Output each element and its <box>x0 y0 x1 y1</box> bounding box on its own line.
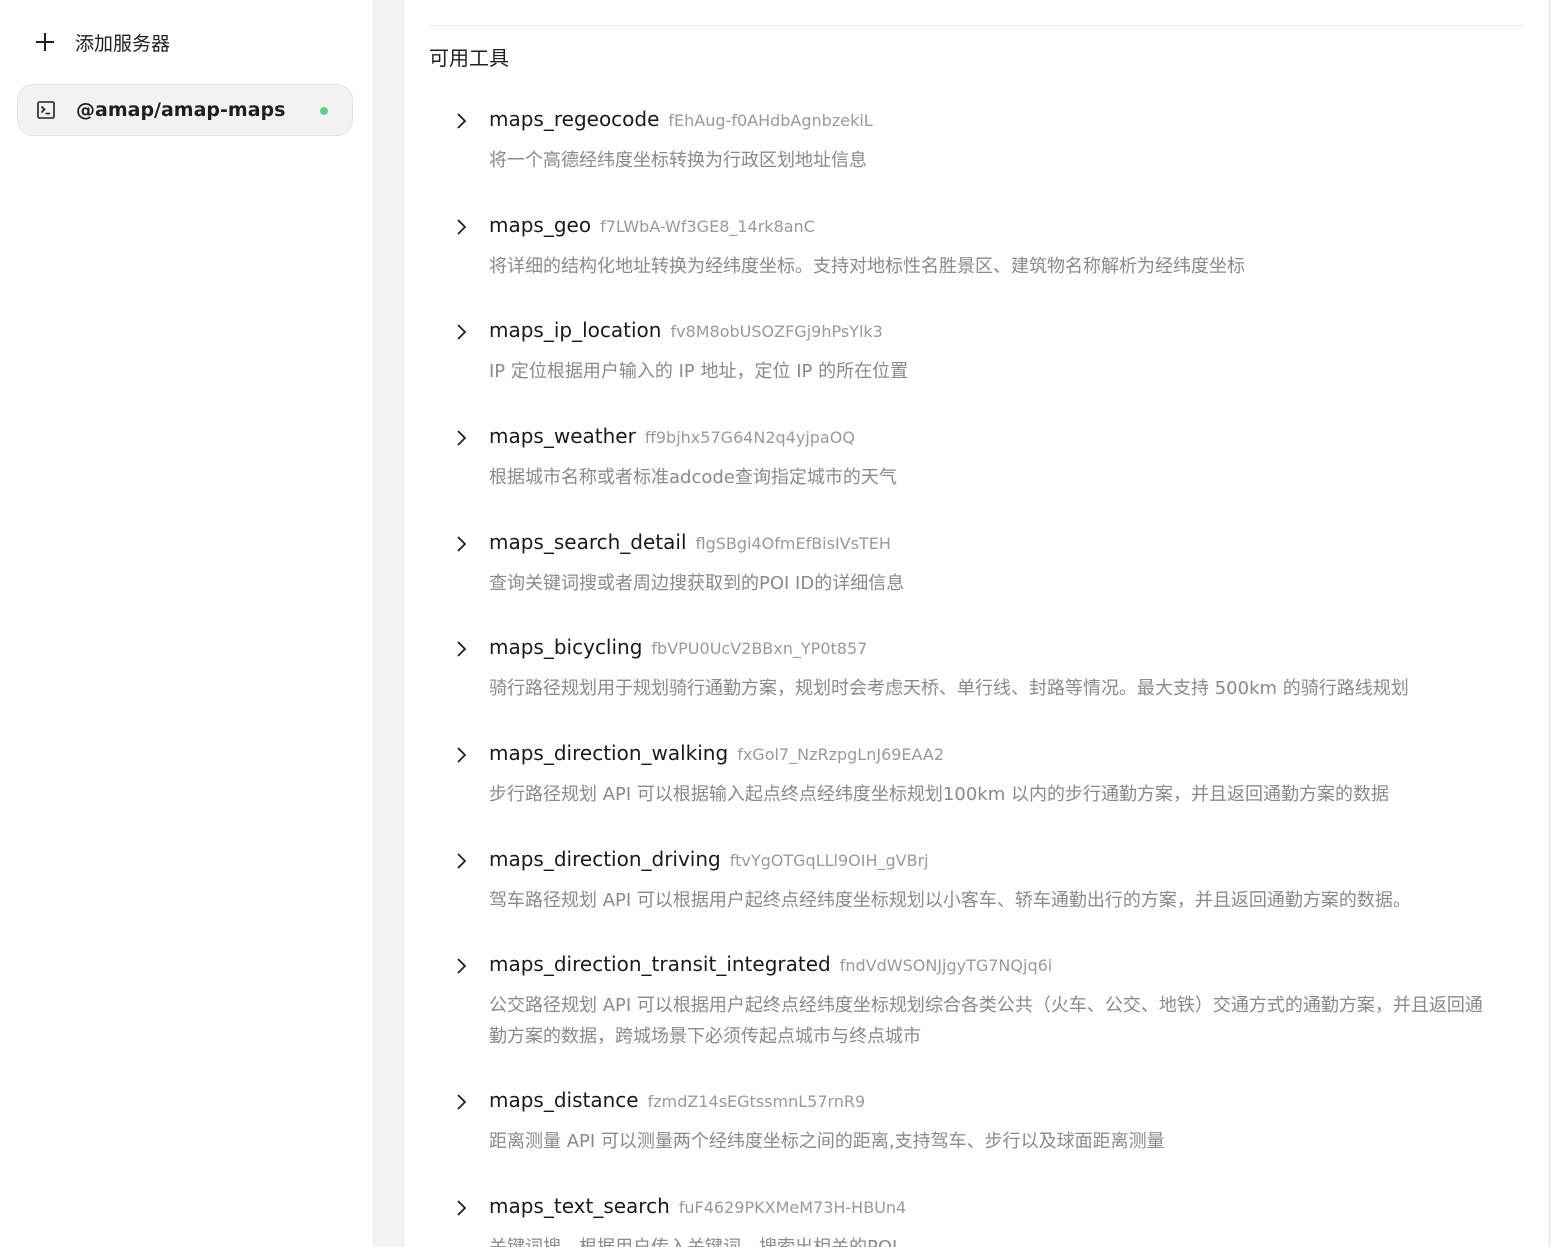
tool-name: maps_bicycling <box>489 635 643 659</box>
tool-id: fEhAug-f0AHdbAgnbzekiL <box>668 111 873 130</box>
tool-description: 将详细的结构化地址转换为经纬度坐标。支持对地标性名胜景区、建筑物名称解析为经纬度… <box>489 256 1245 277</box>
tool-description: 距离测量 API 可以测量两个经纬度坐标之间的距离,支持驾车、步行以及球面距离测… <box>489 1131 1165 1152</box>
chevron-right-icon[interactable] <box>454 112 470 130</box>
tool-id: fuF4629PKXMeM73H-HBUn4 <box>678 1198 907 1217</box>
tool-description: 根据城市名称或者标准adcode查询指定城市的天气 <box>489 467 897 488</box>
tool-name: maps_distance <box>489 1088 639 1112</box>
tool-name: maps_text_search <box>489 1194 670 1218</box>
tool-description: 关键词搜，根据用户传入关键词，搜索出相关的POI <box>489 1232 1494 1247</box>
tool-description: IP 定位根据用户输入的 IP 地址，定位 IP 的所在位置 <box>489 361 909 382</box>
section-title: 可用工具 <box>429 46 509 70</box>
panel-divider[interactable] <box>373 0 404 1247</box>
tool-header[interactable]: maps_regeocode fEhAug-f0AHdbAgnbzekiL <box>489 107 873 131</box>
tool-id: fzmdZ14sEGtssmnL57rnR9 <box>647 1092 866 1111</box>
tool-id: fbVPU0UcV2BBxn_YP0t857 <box>651 639 868 658</box>
server-item-amap-maps[interactable]: @amap/amap-maps <box>17 84 353 136</box>
chevron-right-icon[interactable] <box>454 429 470 447</box>
tool-id: fndVdWSONJjgyTG7NQjq6i <box>839 956 1053 975</box>
app-window: 添加服务器 @amap/amap-maps 可用工具 maps_regeocod… <box>0 0 1551 1247</box>
chevron-right-icon[interactable] <box>454 218 470 236</box>
chevron-right-icon[interactable] <box>454 1199 470 1217</box>
tool-header[interactable]: maps_direction_walking fxGol7_NzRzpgLnJ69… <box>489 741 944 765</box>
tool-description: 驾车路径规划 API 可以根据用户起终点经纬度坐标规划以小客车、轿车通勤出行的方… <box>489 890 1411 911</box>
chevron-right-icon[interactable] <box>454 535 470 553</box>
status-indicator <box>320 107 328 115</box>
tool-id: f7LWbA-Wf3GE8_14rk8anC <box>600 217 815 236</box>
tool-description: 将一个高德经纬度坐标转换为行政区划地址信息 <box>489 150 867 171</box>
tool-id: ff9bjhx57G64N2q4yjpaOQ <box>644 428 855 447</box>
tool-header[interactable]: maps_distance fzmdZ14sEGtssmnL57rnR9 <box>489 1088 865 1112</box>
main-panel: 可用工具 maps_regeocode fEhAug-f0AHdbAgnbzeki… <box>405 0 1545 1247</box>
tool-header[interactable]: maps_direction_transit_integrated fndVdWS… <box>489 952 1052 976</box>
add-server-label: 添加服务器 <box>75 32 171 55</box>
tool-name: maps_direction_walking <box>489 741 729 765</box>
tool-description: 骑行路径规划用于规划骑行通勤方案，规划时会考虑天桥、单行线、封路等情况。最大支持… <box>489 678 1409 699</box>
tool-id: fv8M8obUSOZFGj9hPsYlk3 <box>670 322 883 341</box>
chevron-right-icon[interactable] <box>454 957 470 975</box>
plus-icon <box>34 31 56 53</box>
tool-header[interactable]: maps_ip_location fv8M8obUSOZFGj9hPsYlk3 <box>489 318 883 342</box>
tool-name: maps_direction_transit_integrated <box>489 952 831 976</box>
tool-description: 步行路径规划 API 可以根据输入起点终点经纬度坐标规划100km 以内的步行通… <box>489 784 1389 805</box>
section-divider <box>429 25 1525 26</box>
tool-name: maps_direction_driving <box>489 847 721 871</box>
add-server-button[interactable]: 添加服务器 <box>34 26 170 58</box>
tool-id: ftvYgOTGqLLl9OIH_gVBrj <box>729 851 929 870</box>
tool-description: 查询关键词搜或者周边搜获取到的POI ID的详细信息 <box>489 573 905 594</box>
tool-header[interactable]: maps_direction_driving ftvYgOTGqLLl9OIH_g… <box>489 847 929 871</box>
tool-id: fxGol7_NzRzpgLnJ69EAA2 <box>737 745 945 764</box>
tool-header[interactable]: maps_geo f7LWbA-Wf3GE8_14rk8anC <box>489 213 815 237</box>
chevron-right-icon[interactable] <box>454 852 470 870</box>
server-name: @amap/amap-maps <box>76 99 286 121</box>
tool-name: maps_geo <box>489 213 592 237</box>
chevron-right-icon[interactable] <box>454 1093 470 1111</box>
tool-header[interactable]: maps_search_detail flgSBgi4OfmEfBisIVsTEH <box>489 530 891 554</box>
tool-header[interactable]: maps_bicycling fbVPU0UcV2BBxn_YP0t857 <box>489 635 867 659</box>
tool-id: flgSBgi4OfmEfBisIVsTEH <box>695 534 891 553</box>
tool-name: maps_ip_location <box>489 318 662 342</box>
tool-description: 公交路径规划 API 可以根据用户起终点经纬度坐标规划综合各类公共（火车、公交、… <box>489 995 1483 1047</box>
chevron-right-icon[interactable] <box>454 323 470 341</box>
tool-name: maps_search_detail <box>489 530 687 554</box>
tool-header[interactable]: maps_text_search fuF4629PKXMeM73H-HBUn4 <box>489 1194 906 1218</box>
tool-header[interactable]: maps_weather ff9bjhx57G64N2q4yjpaOQ <box>489 424 855 448</box>
tool-name: maps_regeocode <box>489 107 660 131</box>
sidebar: 添加服务器 @amap/amap-maps <box>0 0 373 1247</box>
tool-name: maps_weather <box>489 424 636 448</box>
chevron-right-icon[interactable] <box>454 640 470 658</box>
chevron-right-icon[interactable] <box>454 746 470 764</box>
terminal-icon <box>37 101 55 119</box>
